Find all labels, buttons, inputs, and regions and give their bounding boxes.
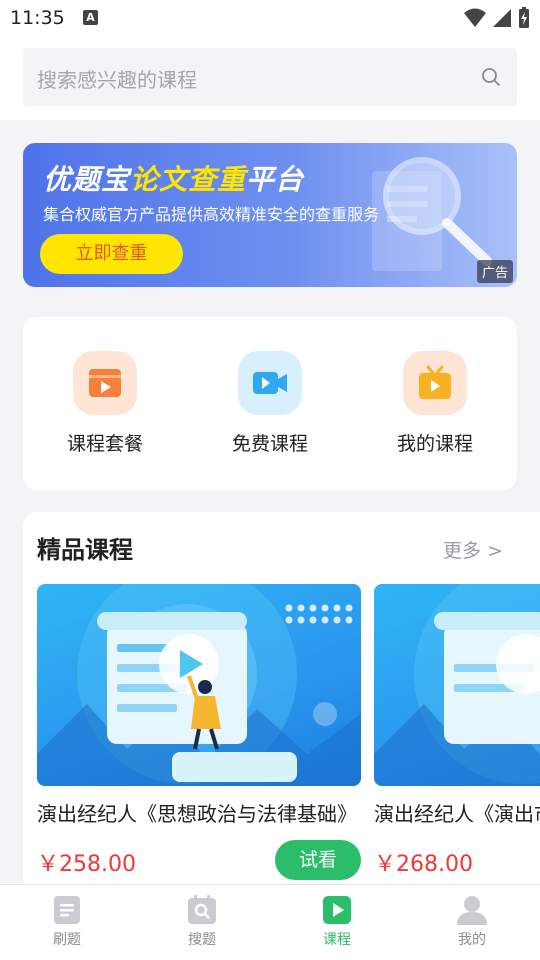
search-input[interactable]: 搜索感兴趣的课程 [23, 48, 517, 106]
quick-item-course-package[interactable]: 课程套餐 [35, 351, 175, 471]
play-icon [323, 896, 351, 924]
course-thumbnail [37, 584, 361, 786]
quick-actions: 课程套餐 免费课程 我的课程 [23, 317, 517, 490]
course-price: ￥258.00 [37, 852, 136, 877]
search-placeholder: 搜索感兴趣的课程 [37, 68, 197, 92]
search-bar-area: 搜索感兴趣的课程 [0, 36, 540, 120]
ad-label: 广告 [476, 260, 513, 283]
tab-label: 搜题 [188, 932, 216, 948]
tab-label: 我的 [458, 932, 486, 948]
ad-banner[interactable]: 优题宝论文查重平台 集合权威官方产品提供高效精准安全的查重服务 立即查重 广告 [23, 143, 517, 287]
banner-title-part1: 优题宝 [43, 163, 131, 196]
bottom-tab-bar: 刷题 搜题 课程 我的 [0, 884, 540, 960]
quick-item-label: 免费课程 [231, 433, 308, 455]
tab-search-questions[interactable]: 搜题 [157, 895, 247, 955]
quick-item-free-course[interactable]: 免费课程 [200, 351, 340, 471]
tab-label: 课程 [323, 932, 351, 948]
search-icon[interactable] [481, 67, 501, 87]
banner-title: 优题宝论文查重平台 [43, 158, 304, 198]
banner-cta-button[interactable]: 立即查重 [40, 234, 183, 274]
battery-charging-icon [519, 7, 529, 28]
tab-courses[interactable]: 课程 [292, 895, 382, 955]
course-thumbnail [374, 584, 540, 786]
tab-practice[interactable]: 刷题 [22, 895, 112, 955]
my-course-tv-icon [403, 351, 467, 415]
tab-label: 刷题 [53, 932, 81, 948]
quick-item-my-course[interactable]: 我的课程 [365, 351, 505, 471]
premium-courses-section: 精品课程 更多 > 演出经纪人《思想政治与法律基础》 ￥258.00 试看 演出… [23, 512, 540, 892]
quick-item-label: 课程套餐 [66, 433, 143, 455]
system-icons [464, 7, 530, 29]
course-title: 演出经纪人《思想政治与法律基础》 [37, 802, 357, 826]
cell-signal-icon [493, 9, 511, 27]
banner-title-highlight: 论文查重 [130, 163, 247, 196]
notification-icon: A [83, 10, 98, 25]
try-watch-button[interactable]: 试看 [275, 840, 361, 880]
status-time: 11:35 [10, 7, 65, 29]
free-video-icon [238, 351, 302, 415]
banner-title-part2: 平台 [246, 163, 305, 196]
search-book-icon [188, 895, 216, 924]
tab-mine[interactable]: 我的 [427, 895, 517, 955]
status-bar: 11:35 A [0, 0, 540, 36]
more-link[interactable]: 更多 > [443, 536, 503, 563]
banner-subtitle: 集合权威官方产品提供高效精准安全的查重服务 [43, 205, 380, 224]
course-package-icon [73, 351, 137, 415]
course-price: ￥268.00 [374, 852, 473, 877]
document-icon [54, 896, 80, 924]
section-title: 精品课程 [37, 536, 133, 564]
wifi-icon [464, 8, 486, 27]
course-title: 演出经纪人《演出市场政策与经纪实务》 [374, 802, 540, 826]
user-icon [457, 896, 487, 925]
quick-item-label: 我的课程 [396, 433, 473, 455]
